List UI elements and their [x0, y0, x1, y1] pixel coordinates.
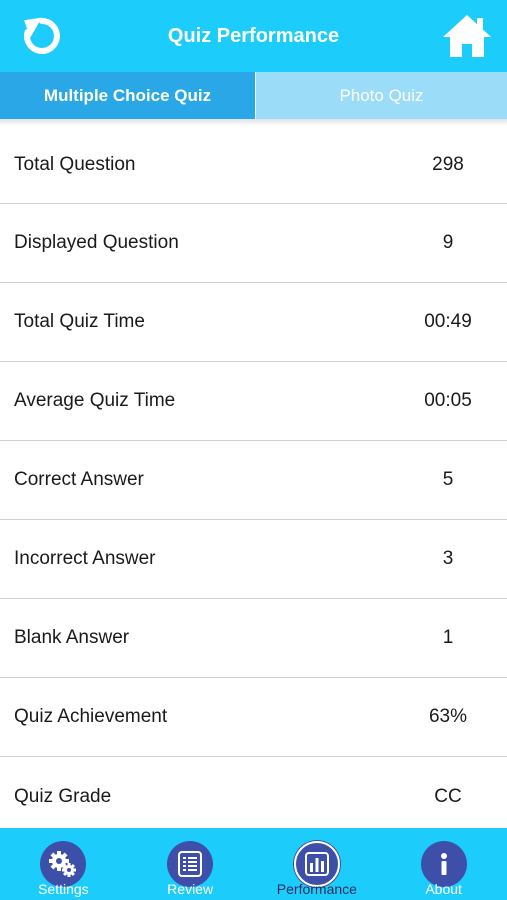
stat-row-correct-answer: Correct Answer 5 [0, 441, 507, 520]
bottom-tab-bar: Settings Review Performance About [0, 828, 507, 900]
stat-value: 00:05 [424, 390, 472, 411]
stat-row-total-quiz-time: Total Quiz Time 00:49 [0, 283, 507, 362]
home-button[interactable] [439, 9, 495, 63]
tabbar-item-performance[interactable]: Performance [254, 828, 381, 900]
tabbar-item-review[interactable]: Review [127, 828, 254, 900]
stat-value: CC [434, 785, 462, 807]
stat-label: Correct Answer [14, 469, 144, 490]
tabbar-label: Settings [38, 881, 89, 897]
tabbar-item-settings[interactable]: Settings [0, 828, 127, 900]
stat-row-total-question: Total Question 298 [0, 126, 507, 204]
stat-value: 5 [442, 469, 454, 490]
page-title: Quiz Performance [167, 24, 340, 47]
stat-value: 00:49 [424, 311, 472, 332]
tabbar-item-about[interactable]: About [380, 828, 507, 900]
stat-value: 3 [442, 548, 454, 569]
stat-row-quiz-achievement: Quiz Achievement 63% [0, 678, 507, 757]
quiz-type-tabs: Multiple Choice Quiz Photo Quiz [0, 72, 507, 119]
stat-label: Quiz Achievement [14, 706, 168, 727]
stat-row-average-quiz-time: Average Quiz Time 00:05 [0, 362, 507, 441]
header-bar: Quiz Performance [0, 0, 507, 72]
stat-row-displayed-question: Displayed Question 9 [0, 204, 507, 283]
back-button[interactable] [14, 8, 70, 64]
tabbar-label: Review [167, 881, 214, 897]
stat-value: 63% [428, 706, 468, 727]
stat-label: Average Quiz Time [14, 390, 176, 411]
tab-multiple-choice-quiz[interactable]: Multiple Choice Quiz [0, 72, 255, 119]
tab-photo-quiz[interactable]: Photo Quiz [255, 72, 507, 119]
stat-label: Displayed Question [14, 232, 179, 253]
stat-label: Total Question [14, 153, 136, 175]
stat-value: 1 [442, 627, 454, 648]
stat-label: Total Quiz Time [14, 311, 145, 332]
stat-row-blank-answer: Blank Answer 1 [0, 599, 507, 678]
stat-label: Blank Answer [14, 627, 130, 648]
stat-value: 9 [442, 232, 454, 253]
stats-list: Total Question 298 Displayed Question 9 … [0, 126, 507, 836]
home-icon [443, 15, 491, 57]
stat-row-quiz-grade: Quiz Grade CC [0, 757, 507, 836]
stat-row-incorrect-answer: Incorrect Answer 3 [0, 520, 507, 599]
tab-shadow [0, 119, 507, 126]
tabbar-label: Performance [276, 881, 357, 897]
tabbar-label: About [425, 881, 462, 897]
stat-value: 298 [432, 153, 464, 175]
stat-label: Quiz Grade [14, 785, 112, 807]
refresh-back-icon [23, 17, 60, 54]
stat-label: Incorrect Answer [14, 548, 156, 569]
